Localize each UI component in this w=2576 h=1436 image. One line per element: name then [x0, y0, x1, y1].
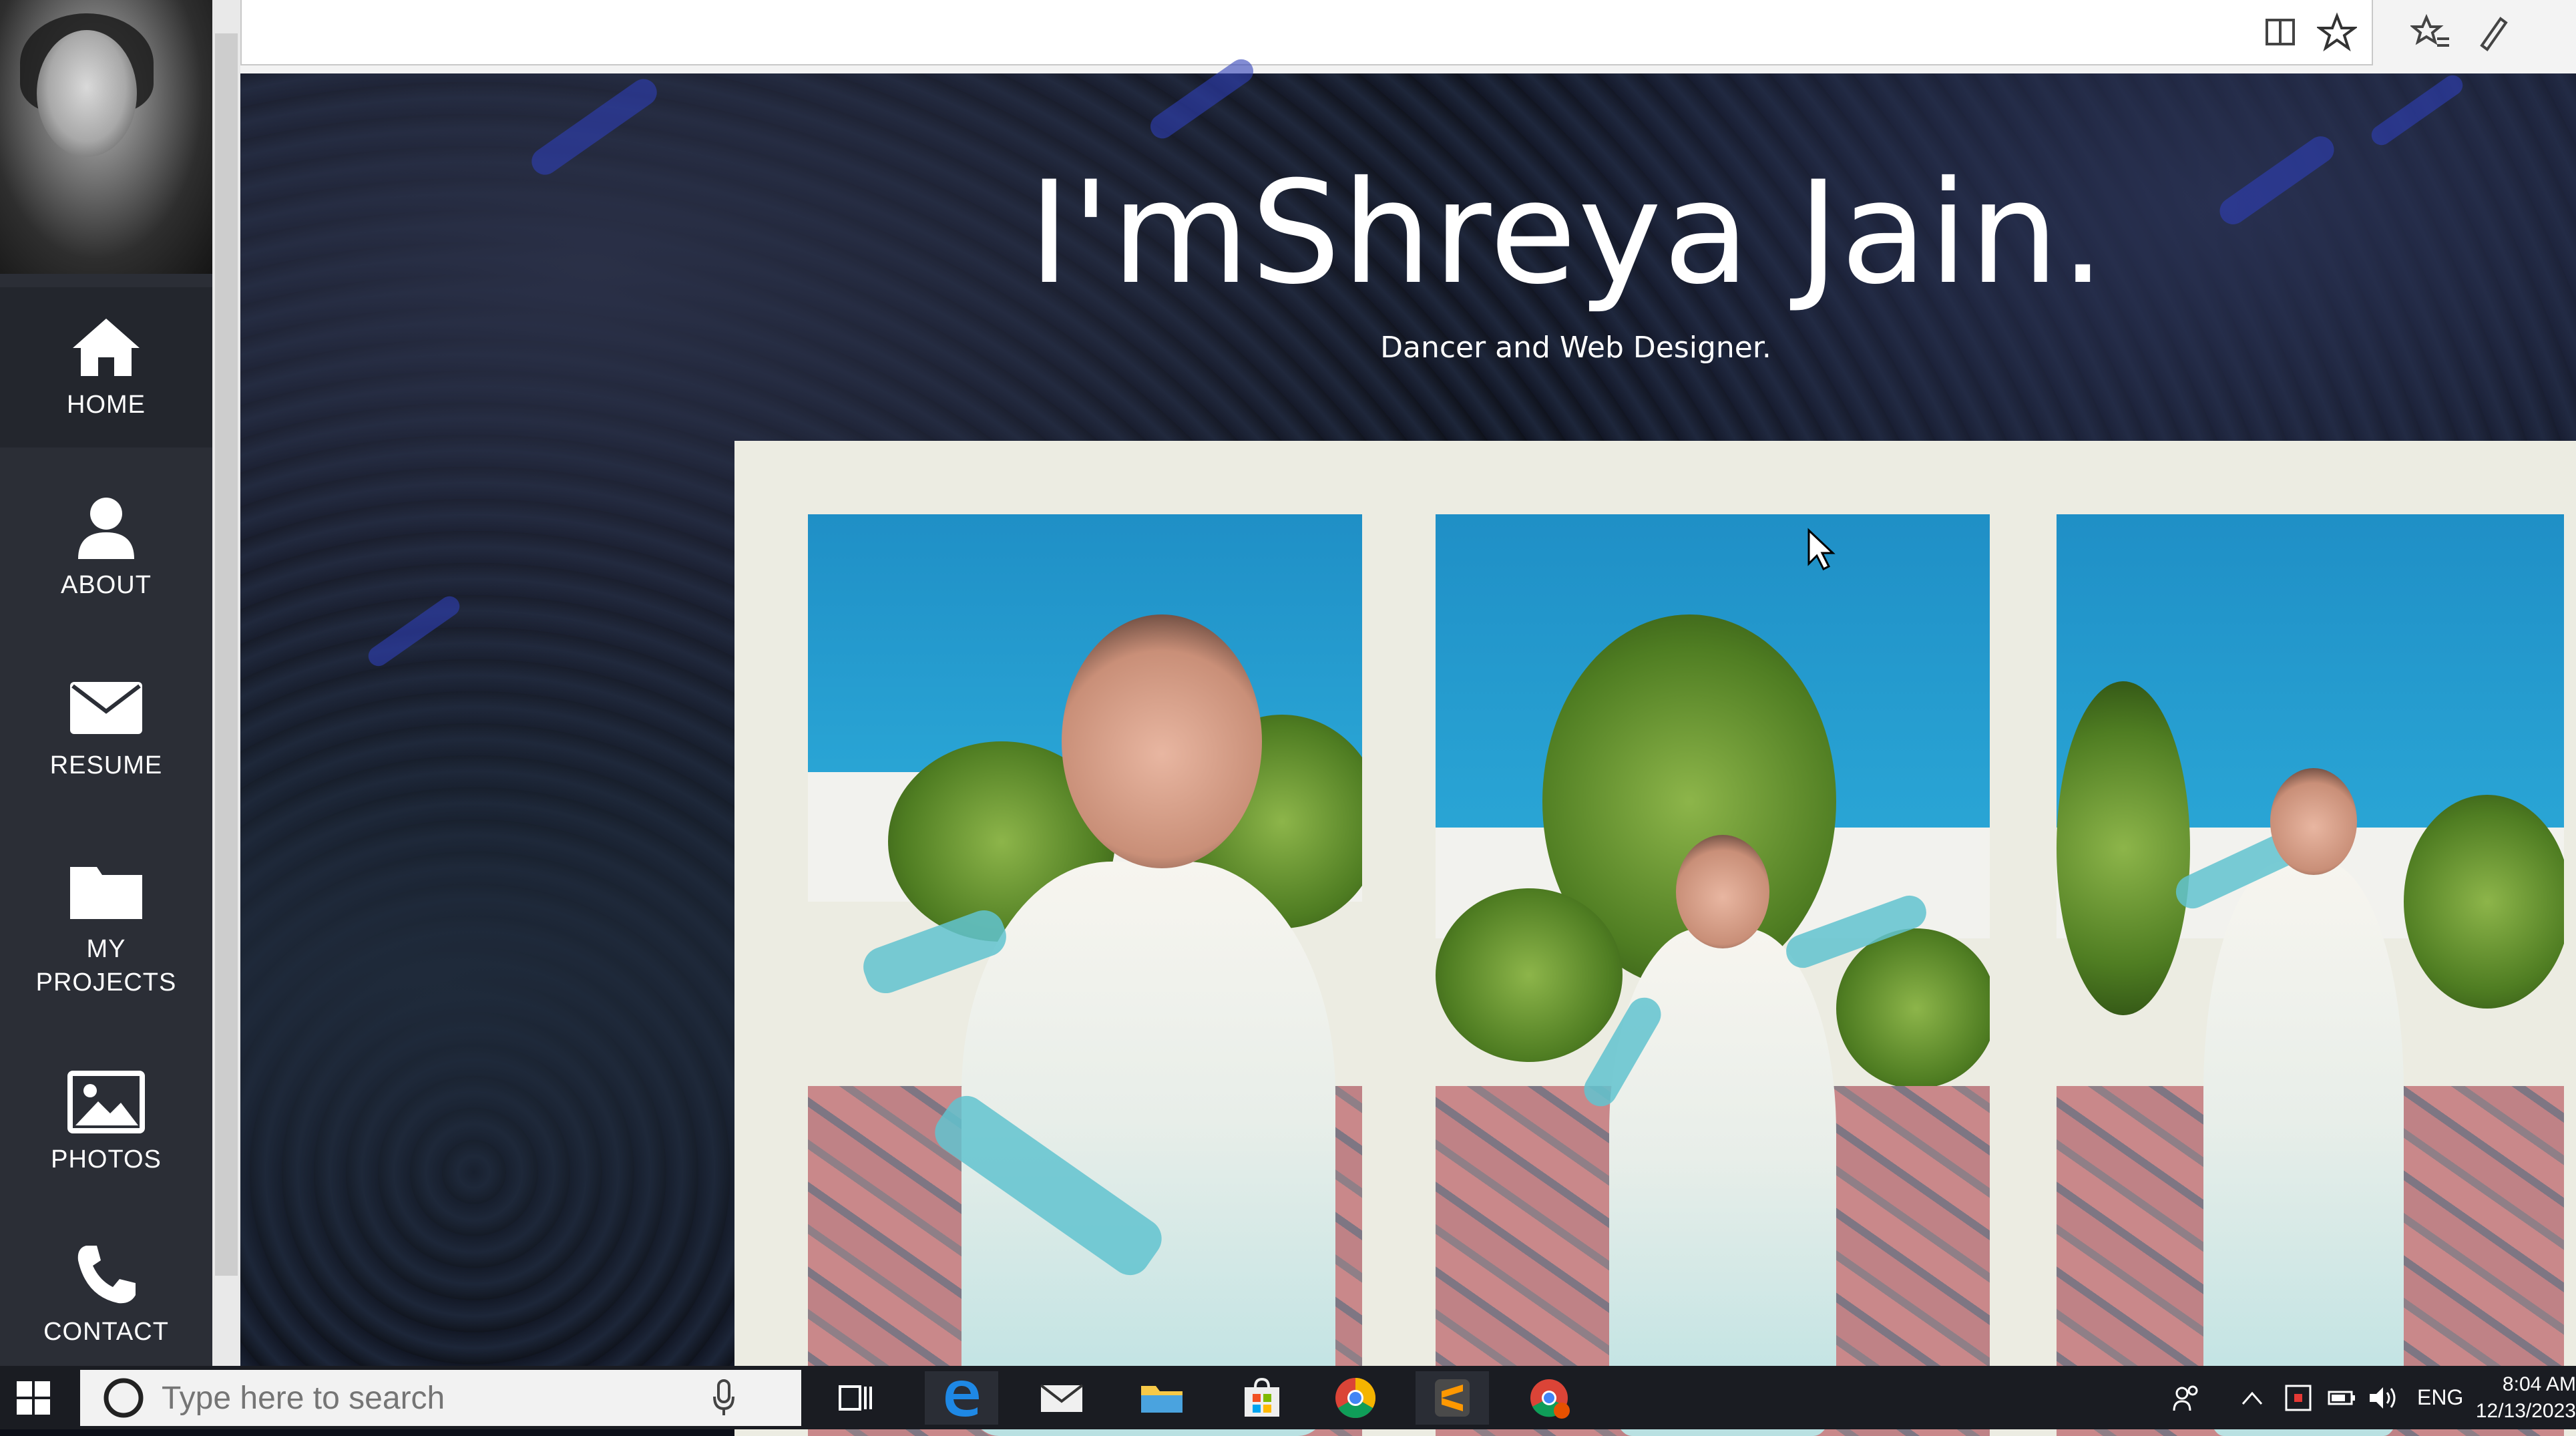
clock[interactable]: 8:04 AM 12/13/2023 — [2471, 1371, 2576, 1425]
security-icon[interactable] — [2284, 1366, 2313, 1429]
reading-view-icon[interactable] — [2260, 12, 2300, 52]
nav-resume-label: RESUME — [49, 751, 163, 779]
nav-about-label: ABOUT — [61, 571, 152, 599]
nav-home-label: HOME — [67, 391, 146, 419]
pen-icon[interactable] — [2474, 12, 2514, 52]
sidebar: HOME ABOUT RESUME MY PROJECTS PHOTOS CON… — [0, 0, 212, 1366]
chevron-up-icon[interactable] — [2240, 1366, 2264, 1429]
language-indicator[interactable]: ENG — [2417, 1366, 2463, 1429]
user-icon — [78, 498, 134, 559]
photo-gallery — [734, 441, 2576, 1436]
search-input[interactable] — [160, 1379, 710, 1417]
chrome-icon[interactable] — [1319, 1371, 1392, 1425]
cortana-icon — [103, 1378, 144, 1418]
chrome-profile-icon[interactable] — [1512, 1371, 1586, 1425]
battery-icon[interactable] — [2327, 1366, 2356, 1429]
hero-section: I'mShreya Jain. Dancer and Web Designer. — [240, 54, 2576, 1436]
nav-about[interactable]: ABOUT — [0, 468, 212, 628]
taskbar-search[interactable] — [80, 1370, 801, 1426]
mouse-cursor-icon — [1807, 528, 1836, 571]
browser-toolbar — [240, 0, 2576, 75]
gallery-photo-3[interactable] — [2057, 514, 2564, 1436]
hero-title: I'mShreya Jain. — [1028, 150, 2107, 315]
address-bar[interactable] — [240, 0, 2373, 65]
hero-subtitle: Dancer and Web Designer. — [1380, 331, 1771, 365]
folder-icon — [70, 867, 142, 919]
gallery-photo-1[interactable] — [808, 514, 1362, 1436]
sublime-text-icon[interactable] — [1416, 1371, 1489, 1425]
nav-home[interactable]: HOME — [0, 287, 212, 447]
nav-contact-label: CONTACT — [43, 1317, 169, 1346]
nav-resume[interactable]: RESUME — [0, 648, 212, 808]
nav-contact[interactable]: CONTACT — [0, 1222, 212, 1366]
sidebar-scrollbar[interactable] — [212, 0, 240, 1366]
gallery-photo-2[interactable] — [1436, 514, 1990, 1436]
microphone-icon[interactable] — [710, 1378, 737, 1418]
image-icon — [67, 1071, 145, 1133]
nav-photos[interactable]: PHOTOS — [0, 1042, 212, 1202]
clock-date: 12/13/2023 — [2475, 1400, 2576, 1422]
volume-icon[interactable] — [2367, 1366, 2400, 1429]
scrollbar-thumb[interactable] — [215, 33, 238, 1276]
favorites-list-icon[interactable] — [2410, 12, 2450, 52]
nav-my-projects[interactable]: MY PROJECTS — [0, 828, 212, 1029]
phone-icon — [77, 1245, 136, 1303]
nav-photos-label: PHOTOS — [51, 1145, 162, 1174]
start-button[interactable] — [0, 1366, 67, 1429]
favorite-star-icon[interactable] — [2317, 12, 2357, 52]
edge-icon[interactable] — [925, 1371, 998, 1425]
home-icon — [73, 319, 140, 376]
nav-my-projects-label: MY PROJECTS — [35, 935, 177, 997]
mail-icon[interactable] — [1025, 1371, 1098, 1425]
clock-time: 8:04 AM — [2502, 1373, 2576, 1395]
envelope-icon — [70, 682, 142, 734]
windows-taskbar: ENG 8:04 AM 12/13/2023 — [0, 1366, 2576, 1429]
profile-photo — [0, 0, 212, 274]
people-icon[interactable] — [2170, 1366, 2203, 1429]
file-explorer-icon[interactable] — [1125, 1371, 1199, 1425]
task-view-icon[interactable] — [818, 1371, 891, 1425]
windows-logo-icon — [17, 1381, 50, 1415]
store-icon[interactable] — [1225, 1371, 1299, 1425]
